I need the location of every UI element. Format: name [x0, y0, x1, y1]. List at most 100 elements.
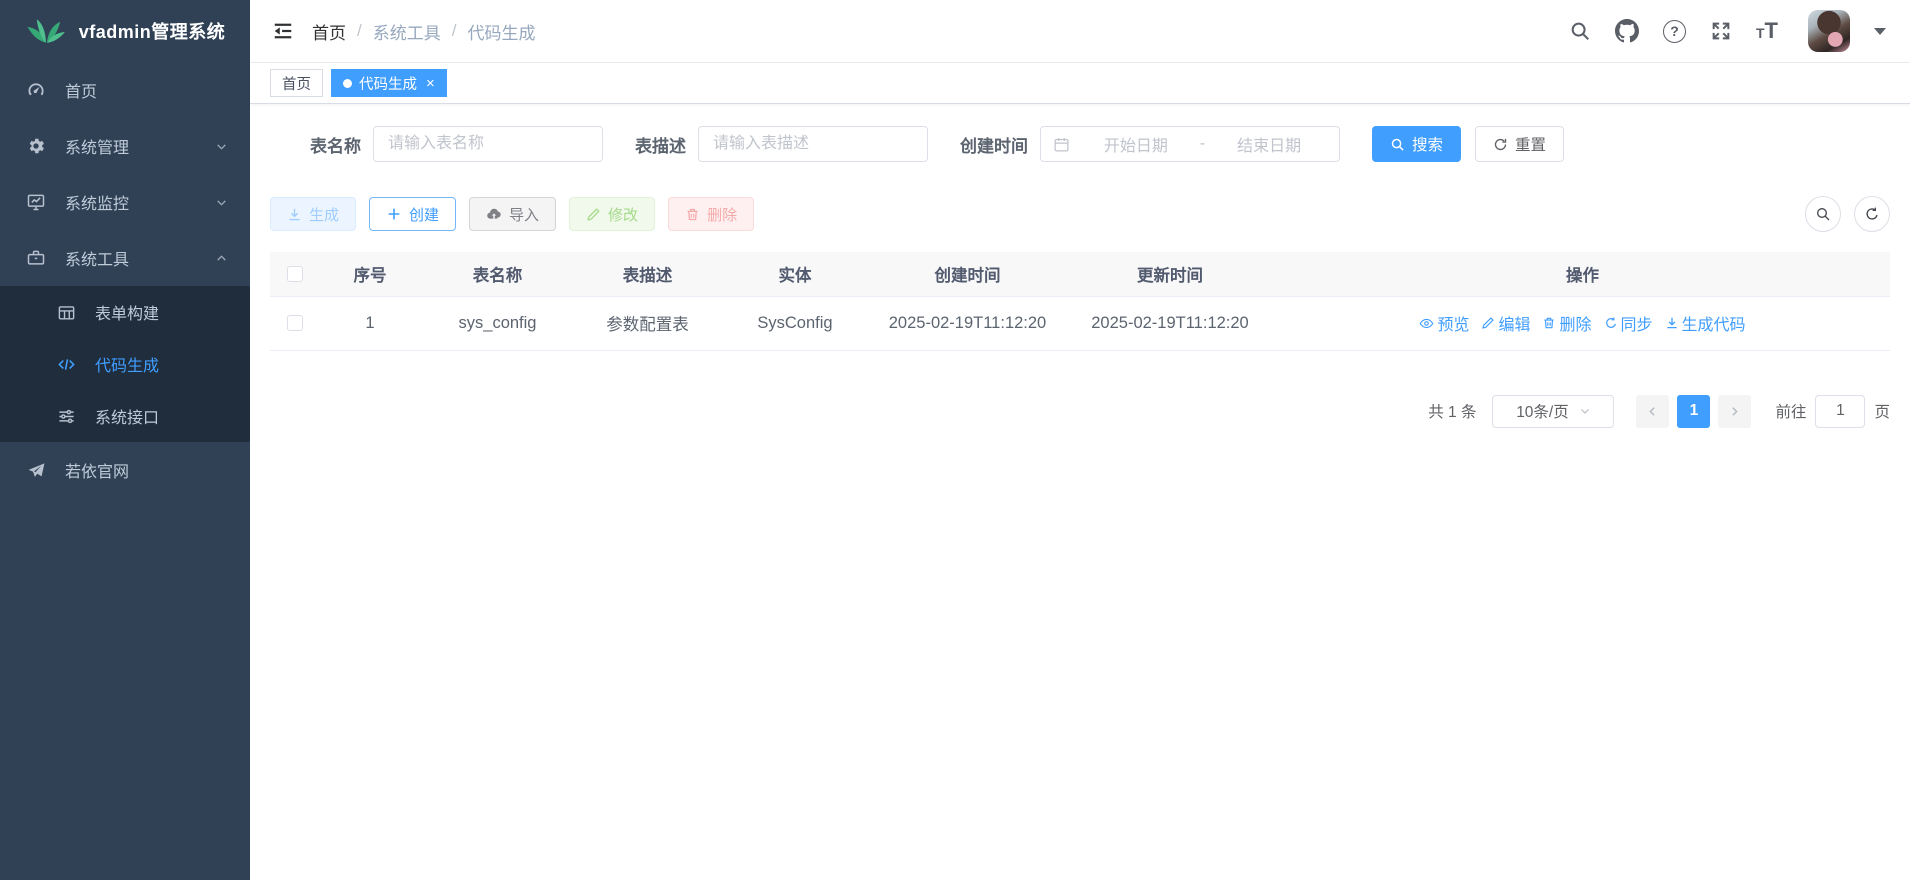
import-button[interactable]: 导入: [469, 197, 556, 231]
search-icon: [1815, 206, 1831, 222]
download-icon: [1665, 316, 1679, 330]
sidebar-item-home[interactable]: 首页: [0, 62, 250, 118]
edit-link[interactable]: 编辑: [1481, 311, 1530, 335]
download-icon: [287, 207, 302, 222]
refresh-icon: [1493, 137, 1508, 152]
chevron-down-icon: [1579, 405, 1591, 417]
active-dot: [343, 79, 352, 88]
refresh-table-button[interactable]: [1854, 196, 1890, 232]
paper-plane-icon: [25, 459, 47, 481]
tab-label: 首页: [282, 73, 311, 94]
column-header-entity: 实体: [720, 252, 870, 296]
total-count: 共 1 条: [1428, 400, 1476, 422]
search-icon[interactable]: [1569, 20, 1591, 42]
search-icon: [1390, 137, 1405, 152]
breadcrumb-system-tools: 系统工具: [373, 19, 441, 44]
table-name-input[interactable]: [373, 126, 603, 162]
sidebar-item-form-builder[interactable]: 表单构建: [0, 286, 250, 338]
search-button[interactable]: 搜索: [1372, 126, 1461, 162]
edit-icon: [1481, 316, 1495, 330]
tab-label: 代码生成: [359, 73, 417, 94]
sidebar-item-label: 表单构建: [95, 300, 228, 324]
toolbar: 生成 创建 导入 修改 删除: [270, 196, 1890, 232]
tab-code-generation[interactable]: 代码生成 ×: [331, 69, 447, 97]
sidebar-submenu-tools: 表单构建 代码生成 系统接口: [0, 286, 250, 442]
generate-button[interactable]: 生成: [270, 197, 356, 231]
sidebar-item-label: 系统管理: [65, 134, 215, 158]
sidebar-item-code-generation[interactable]: 代码生成: [0, 338, 250, 390]
trash-icon: [1542, 316, 1556, 330]
breadcrumb-separator: /: [357, 21, 362, 41]
table-name-label: 表名称: [270, 132, 361, 157]
sidebar-item-label: 代码生成: [95, 352, 228, 376]
sidebar-item-system-api[interactable]: 系统接口: [0, 390, 250, 442]
table-comment-input[interactable]: [698, 126, 928, 162]
reset-button[interactable]: 重置: [1475, 126, 1564, 162]
toolbox-icon: [25, 247, 47, 269]
date-range-picker[interactable]: 开始日期 - 结束日期: [1040, 126, 1340, 162]
end-date-placeholder: 结束日期: [1211, 132, 1327, 156]
delete-link[interactable]: 删除: [1542, 311, 1591, 335]
table-row: 1 sys_config 参数配置表 SysConfig 2025-02-19T…: [270, 296, 1890, 350]
app-title: vfadmin管理系统: [79, 18, 226, 44]
page-number-1[interactable]: 1: [1677, 395, 1710, 428]
search-form: 表名称 表描述 创建时间 开始日期 - 结束日期: [270, 126, 1890, 162]
preview-link[interactable]: 预览: [1419, 311, 1469, 335]
app-root: vfadmin管理系统 首页 系统管理: [0, 0, 1910, 880]
modify-button[interactable]: 修改: [569, 197, 655, 231]
sidebar-item-system-tools[interactable]: 系统工具: [0, 230, 250, 286]
caret-down-icon[interactable]: [1874, 28, 1886, 41]
start-date-placeholder: 开始日期: [1078, 132, 1194, 156]
sidebar-fold-icon[interactable]: [272, 20, 294, 42]
sidebar-item-official-website[interactable]: 若依官网: [0, 442, 250, 498]
help-icon[interactable]: ?: [1663, 20, 1686, 43]
toggle-search-button[interactable]: [1805, 196, 1841, 232]
page-size-select[interactable]: 10条/页: [1492, 395, 1614, 428]
chevron-right-icon: [1728, 405, 1741, 418]
next-page-button[interactable]: [1718, 395, 1751, 428]
refresh-icon: [1604, 316, 1618, 330]
goto-page-input[interactable]: [1815, 395, 1865, 428]
calendar-icon: [1053, 136, 1070, 153]
column-header-create-time: 创建时间: [870, 252, 1065, 296]
gen-table: 序号 表名称 表描述 实体 创建时间 更新时间 操作 1 sys_config: [270, 252, 1890, 351]
row-actions: 预览 编辑 删除: [1275, 311, 1890, 335]
sidebar-item-system-monitor[interactable]: 系统监控: [0, 174, 250, 230]
sidebar-item-system-management[interactable]: 系统管理: [0, 118, 250, 174]
sidebar-item-label: 系统工具: [65, 246, 215, 270]
column-header-update-time: 更新时间: [1065, 252, 1275, 296]
close-icon[interactable]: ×: [426, 75, 435, 92]
sidebar: vfadmin管理系统 首页 系统管理: [0, 0, 250, 880]
help-glyph: ?: [1670, 23, 1679, 39]
font-size-icon[interactable]: TT: [1756, 18, 1778, 44]
dashboard-icon: [25, 79, 47, 101]
avatar[interactable]: [1808, 10, 1850, 52]
plus-icon: [386, 206, 402, 222]
chevron-down-icon: [215, 140, 228, 153]
create-time-label: 创建时间: [960, 132, 1028, 157]
trash-icon: [685, 207, 700, 222]
generate-code-link[interactable]: 生成代码: [1665, 311, 1746, 335]
github-icon[interactable]: [1615, 19, 1639, 43]
table-comment-label: 表描述: [635, 132, 686, 157]
sliders-icon: [55, 405, 77, 427]
tab-home[interactable]: 首页: [270, 69, 323, 97]
sync-link[interactable]: 同步: [1604, 311, 1653, 335]
fullscreen-icon[interactable]: [1710, 20, 1732, 42]
cell-create-time: 2025-02-19T11:12:20: [870, 296, 1065, 350]
delete-button[interactable]: 删除: [668, 197, 754, 231]
tags-view: 首页 代码生成 ×: [250, 63, 1910, 104]
prev-page-button[interactable]: [1636, 395, 1669, 428]
breadcrumb-home[interactable]: 首页: [312, 19, 346, 44]
form-icon: [55, 301, 77, 323]
column-header-index: 序号: [320, 252, 420, 296]
app-logo[interactable]: vfadmin管理系统: [0, 0, 250, 62]
monitor-icon: [25, 191, 47, 213]
row-checkbox[interactable]: [287, 315, 303, 331]
cell-table-comment: 参数配置表: [575, 296, 720, 350]
refresh-icon: [1864, 206, 1880, 222]
page-unit-label: 页: [1874, 400, 1890, 422]
select-all-checkbox[interactable]: [287, 266, 303, 282]
create-button[interactable]: 创建: [369, 197, 456, 231]
plant-logo-icon: [25, 16, 67, 46]
